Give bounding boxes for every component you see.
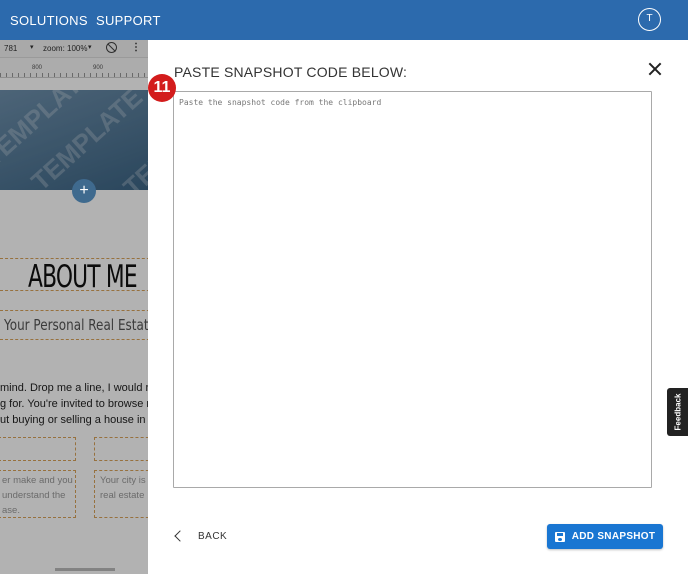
back-button[interactable]: BACK — [172, 526, 227, 546]
close-icon[interactable] — [648, 62, 662, 76]
user-avatar[interactable]: T — [638, 8, 661, 31]
save-icon — [554, 531, 565, 542]
panel-title: PASTE SNAPSHOT CODE BELOW: — [174, 64, 408, 80]
add-section-plus-icon[interactable]: + — [72, 179, 96, 203]
snapshot-code-input[interactable] — [173, 91, 652, 488]
add-snapshot-label: ADD SNAPSHOT — [571, 531, 656, 542]
paste-snapshot-panel: 11 PASTE SNAPSHOT CODE BELOW: BACK ADD S… — [148, 40, 688, 574]
feedback-tab[interactable]: Feedback — [667, 388, 688, 436]
nav-solutions[interactable]: SOLUTIONS — [10, 13, 88, 28]
top-nav-bar: SOLUTIONS SUPPORT T — [0, 0, 688, 40]
nav-support[interactable]: SUPPORT — [96, 13, 161, 28]
chevron-left-icon — [174, 530, 186, 542]
add-snapshot-button[interactable]: ADD SNAPSHOT — [547, 524, 663, 549]
feedback-label: Feedback — [673, 393, 683, 431]
back-label: BACK — [198, 530, 228, 542]
modal-backdrop[interactable] — [0, 40, 148, 574]
step-badge: 11 — [148, 74, 176, 102]
